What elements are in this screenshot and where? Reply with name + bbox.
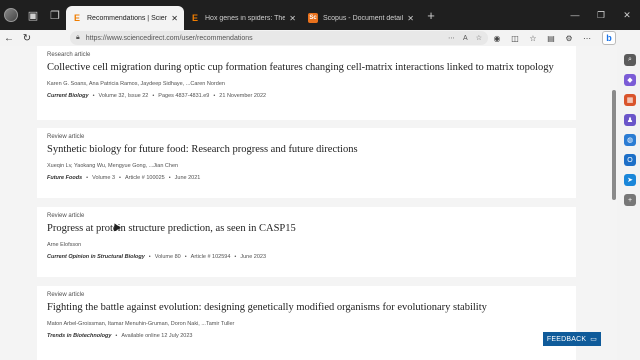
tab-strip: ▣ ❐ E Recommendations | ScienceDirect ✕ … [0,0,640,30]
article-card: Review article Progress at protein struc… [37,207,576,277]
article-title-link[interactable]: Collective cell migration during optic c… [47,61,566,75]
article-authors: Arne Elofsson [47,242,82,248]
article-card: Research article Collective cell migrati… [37,46,576,120]
article-title-link[interactable]: Progress at protein structure prediction… [47,222,566,236]
split-screen-icon[interactable]: ◫ [506,34,524,43]
article-title-link[interactable]: Synthetic biology for future food: Resea… [47,143,566,157]
restore-icon[interactable]: ❐ [588,10,614,21]
games-icon[interactable]: ♟ [624,114,636,126]
journal-link[interactable]: Current Biology [47,93,89,99]
scrollbar-thumb[interactable] [612,90,616,200]
article-authors: Xueqin Lv, Yaokang Wu, Mengyue Gong, ...… [47,163,179,169]
close-window-icon[interactable]: ✕ [614,10,640,21]
microsoft365-icon[interactable]: ◍ [624,134,636,146]
extensions-icon[interactable]: ⚙ [560,34,578,43]
article-type: Review article [47,134,85,140]
scopus-icon: Sc [308,13,318,23]
profile-avatar[interactable] [4,8,18,22]
address-toolbar: ← ↻ 🔒︎ https://www.sciencedirect.com/use… [0,30,640,46]
page-menu-icon[interactable]: ⋯ [448,34,455,42]
shopping-icon[interactable]: ◆ [624,74,636,86]
date: June 2021 [174,175,201,181]
tab-scopus[interactable]: Sc Scopus - Document details - Gen ✕ [302,6,420,30]
volume: Volume 32, Issue 22 [98,93,149,99]
tools-icon[interactable]: ▦ [624,94,636,106]
browser-window: ▣ ❐ E Recommendations | ScienceDirect ✕ … [0,0,640,360]
edge-sidebar: ⌕ ◆ ▦ ♟ ◍ O ➤ + [620,46,640,360]
feedback-icon: ▭ [590,336,598,343]
article-type: Review article [47,292,85,298]
telegram-icon[interactable]: ➤ [624,174,636,186]
article-type: Research article [47,52,91,58]
feedback-label: FEEDBACK [546,335,587,343]
page-content: Research article Collective cell migrati… [0,46,611,360]
journal-link[interactable]: Future Foods [47,175,82,181]
article-meta: Trends in Biotechnology • Available online… [47,333,193,339]
tab-title: Scopus - Document details - Gen [323,14,403,22]
reload-icon[interactable]: ↻ [18,33,36,44]
article-number: Article # 100025 [124,175,165,181]
favorites-icon[interactable]: ☆ [524,34,542,43]
page-scrollbar[interactable] [611,46,617,360]
workspaces-icon[interactable]: ▣ [22,0,44,30]
volume: Volume 80 [154,254,181,260]
article-type: Review article [47,213,85,219]
favorite-star-icon[interactable]: ☆ [476,34,482,42]
close-tab-icon[interactable]: ✕ [407,14,414,23]
back-icon[interactable]: ← [0,33,18,44]
new-tab-button[interactable]: + [420,8,442,23]
elsevier-icon: E [191,13,198,23]
read-aloud-icon[interactable]: A [463,35,468,42]
elsevier-icon: E [73,13,80,23]
minimize-icon[interactable]: — [562,10,588,21]
article-authors: Maton Arbel-Groissman, Itamar Menuhin-Gr… [47,321,235,327]
collections-icon[interactable]: ▤ [542,34,560,43]
journal-link[interactable]: Trends in Biotechnology [47,333,111,339]
article-card: Review article Synthetic biology for fut… [37,128,576,198]
date: 21 November 2022 [219,93,267,99]
extension-icon[interactable]: ◉ [488,34,506,43]
article-card: Review article Fighting the battle again… [37,286,576,360]
date: Available online 12 July 2023 [121,333,193,339]
lock-icon[interactable]: 🔒︎ [76,34,80,42]
article-meta: Future Foods • Volume 3 • Article # 100025 • J… [47,175,201,181]
article-meta: Current Opinion in Structural Biology • Vo… [47,254,267,260]
article-title-link[interactable]: Fighting the battle against evolution: d… [47,301,566,315]
outlook-icon[interactable]: O [624,154,636,166]
tab-title: Hox genes in spiders: Their significance [205,14,286,22]
tab-title: Recommendations | ScienceDirect [87,14,168,22]
tab-actions-icon[interactable]: ❐ [44,0,66,30]
tab-hox-genes[interactable]: E Hox genes in spiders: Their significan… [184,6,302,30]
window-controls: — ❐ ✕ [562,10,640,21]
volume: Volume 3 [92,175,116,181]
article-meta: Current Biology • Volume 32, Issue 22 • Page… [47,93,267,99]
address-bar[interactable]: 🔒︎ https://www.sciencedirect.com/user/re… [70,31,488,45]
journal-link[interactable]: Current Opinion in Structural Biology [47,254,145,260]
close-tab-icon[interactable]: ✕ [171,14,178,23]
date: June 2023 [240,254,267,260]
tab-recommendations[interactable]: E Recommendations | ScienceDirect ✕ [66,6,184,30]
pages: Pages 4837-4831.e9 [158,93,210,99]
article-authors: Karen G. Soans, Ana Patricia Ramos, Jayd… [47,81,225,87]
copilot-icon[interactable]: b [602,31,616,45]
add-sidebar-icon[interactable]: + [624,194,636,206]
article-number: Article # 102594 [190,254,231,260]
feedback-button[interactable]: FEEDBACK ▭ [543,332,601,346]
url-text: https://www.sciencedirect.com/user/recom… [85,34,253,42]
search-icon[interactable]: ⌕ [624,54,636,66]
close-tab-icon[interactable]: ✕ [289,14,296,23]
more-menu-icon[interactable]: ⋯ [578,34,596,43]
